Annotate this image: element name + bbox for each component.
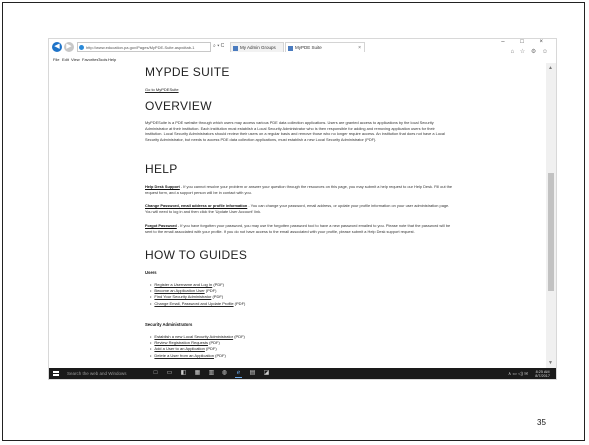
browser-screenshot: ◀ ▶ http://www.education.pa.gov/Pages/My…: [49, 39, 556, 379]
pdf-label: (PDF): [208, 340, 220, 346]
tab-label: My Admin Groups: [240, 45, 276, 50]
forgot-password-item: Forgot Password - If you have forgotten …: [145, 223, 453, 234]
guide-link[interactable]: Add a User to an Application: [154, 346, 204, 351]
forgot-password-link[interactable]: Forgot Password: [145, 223, 177, 228]
app-icon[interactable]: ▤: [249, 370, 256, 377]
help-desk-item: Help Desk Support - If you cannot resolv…: [145, 184, 453, 195]
app-icon[interactable]: ▦: [194, 370, 201, 377]
slide-number: 35: [537, 418, 546, 427]
tab-mypde-suite[interactable]: MyPDE Suite ×: [285, 42, 365, 52]
internet-explorer-icon[interactable]: ℯ: [235, 370, 242, 378]
pdf-label: (PDF): [233, 300, 246, 306]
help-desk-support-link[interactable]: Help Desk Support: [145, 184, 180, 189]
clock-date: 8/7/2017: [535, 373, 550, 378]
security-admins-label: Security Administrators: [145, 322, 193, 327]
menu-view[interactable]: View: [71, 56, 80, 63]
windows-start-icon[interactable]: [53, 370, 59, 377]
guide-link[interactable]: Become an Application User: [154, 288, 204, 293]
menu-help[interactable]: Help: [108, 56, 116, 63]
system-tray[interactable]: ∧ ▭ ◁) ✉: [508, 368, 528, 379]
forward-button[interactable]: ▶: [64, 42, 74, 52]
ie-icon: [79, 45, 84, 50]
help-desk-text: - If you cannot resolve your problem or …: [145, 184, 453, 195]
pdf-label: (PDF): [211, 294, 224, 300]
tab-label: MyPDE Suite: [295, 45, 322, 50]
change-password-item: Change Password, email address or profil…: [145, 203, 453, 214]
address-bar[interactable]: http://www.education.pa.gov/Pages/MyPDE-…: [77, 42, 211, 52]
app-icon[interactable]: ◍: [221, 370, 228, 377]
file-explorer-icon[interactable]: ▭: [166, 370, 173, 377]
menu-favorites[interactable]: Favorites: [82, 56, 98, 63]
vertical-scrollbar[interactable]: ▲ ▼: [546, 63, 556, 368]
back-button[interactable]: ◀: [52, 42, 62, 52]
guide-link[interactable]: Establish a new Local Security Administr…: [154, 334, 233, 339]
pdf-label: (PDF): [204, 288, 217, 294]
address-tools-icon[interactable]: ⌕ ▾ C: [213, 43, 224, 49]
guide-link[interactable]: Register a Username and Log In: [154, 282, 212, 287]
window-controls[interactable]: – □ ×: [501, 39, 550, 45]
scroll-up-icon[interactable]: ▲: [548, 65, 553, 71]
how-to-guides-heading: HOW TO GUIDES: [145, 248, 248, 262]
pdf-label: (PDF): [233, 334, 245, 339]
pdf-label: (PDF): [214, 352, 226, 358]
change-password-link[interactable]: Change Password, email address or profil…: [145, 203, 247, 208]
help-heading: HELP: [145, 162, 178, 176]
menu-edit[interactable]: Edit: [62, 56, 69, 63]
scroll-down-icon[interactable]: ▼: [548, 360, 553, 366]
app-icon[interactable]: ◧: [180, 370, 187, 377]
guide-link[interactable]: Find Your Security Administrator: [154, 294, 211, 299]
guide-link[interactable]: Delete a User from an Application: [154, 353, 214, 358]
page-favicon-icon: [233, 45, 238, 51]
scroll-thumb[interactable]: [548, 173, 554, 291]
address-text: http://www.education.pa.gov/Pages/MyPDE-…: [86, 45, 195, 50]
list-item: Delete a User from an Application (PDF): [150, 353, 245, 359]
app-icon[interactable]: ▥: [208, 370, 215, 377]
app-icon[interactable]: ◪: [263, 370, 270, 377]
pdf-label: (PDF): [204, 346, 217, 352]
pdf-label: (PDF): [212, 282, 224, 287]
guide-link[interactable]: Change Email, Password and Update Profil…: [154, 301, 233, 306]
guide-link[interactable]: Review Registration Requests: [154, 340, 208, 345]
forgot-password-text: - If you have forgotten your password, y…: [145, 223, 451, 234]
web-page: MYPDE SUITE Go to MyPDESuite OVERVIEW My…: [49, 63, 546, 368]
task-view-icon[interactable]: □: [152, 370, 159, 377]
toolbar-icons[interactable]: ⌂ ☆ ⚙ ☺: [510, 48, 550, 55]
admins-guide-list: Establish a new Local Security Administr…: [150, 334, 245, 359]
users-guide-list: Register a Username and Log In (PDF) Bec…: [150, 282, 245, 307]
page-title: MYPDE SUITE: [145, 65, 230, 79]
windows-taskbar: Search the web and Windows □ ▭ ◧ ▦ ▥ ◍ ℯ…: [49, 368, 556, 379]
menu-tools[interactable]: Tools: [98, 56, 107, 63]
list-item: Change Email, Password and Update Profil…: [150, 301, 245, 307]
tab-my-admin-groups[interactable]: My Admin Groups: [230, 42, 284, 52]
menu-file[interactable]: File: [53, 56, 59, 63]
goto-mypdesuite-link[interactable]: Go to MyPDESuite: [145, 87, 179, 92]
users-label: Users: [145, 270, 157, 275]
browser-title-bar: ◀ ▶ http://www.education.pa.gov/Pages/My…: [49, 39, 556, 56]
close-tab-icon[interactable]: ×: [358, 43, 361, 52]
overview-text: MyPDESuite is a PDE website through whic…: [145, 120, 445, 142]
page-favicon-icon: [288, 45, 293, 51]
taskbar-search-box[interactable]: Search the web and Windows: [62, 368, 146, 379]
taskbar-clock[interactable]: 8:25 AM 8/7/2017: [535, 370, 550, 379]
overview-heading: OVERVIEW: [145, 99, 212, 113]
